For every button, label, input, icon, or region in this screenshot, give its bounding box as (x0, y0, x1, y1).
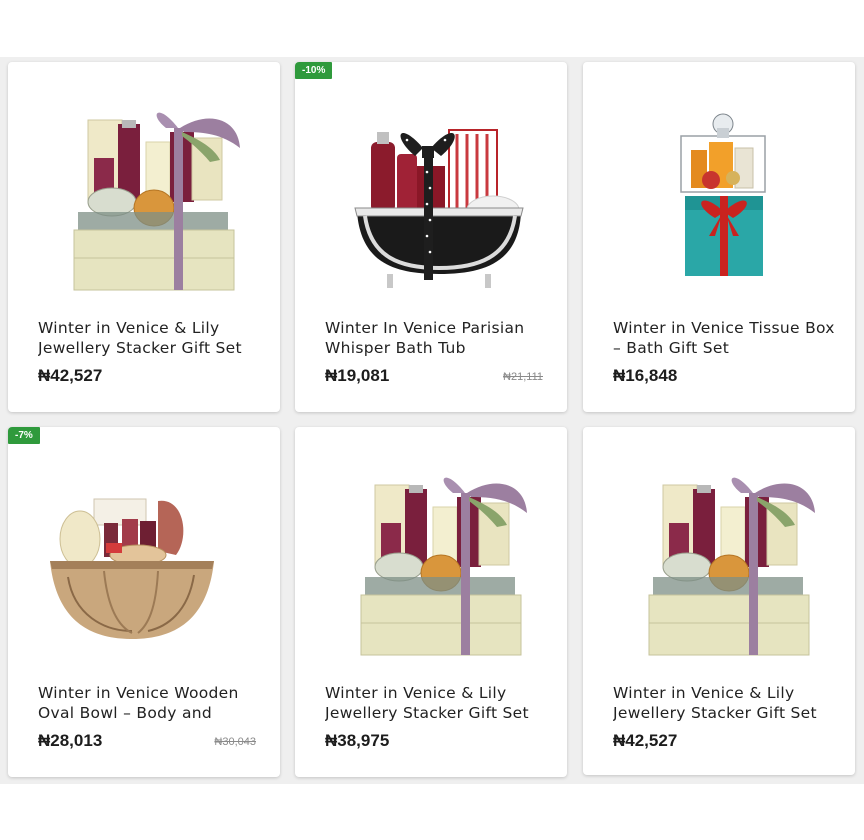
product-price: ₦28,013 (38, 731, 103, 750)
original-price: ₦30,043 (214, 736, 256, 748)
product-card[interactable]: Winter in Venice & Lily Jewellery Stacke… (295, 427, 567, 777)
product-title[interactable]: Winter in Venice & Lily Jewellery Stacke… (325, 683, 553, 723)
discount-badge: -10% (295, 62, 333, 79)
product-card[interactable]: Winter in Venice & Lily Jewellery Stacke… (8, 62, 280, 412)
product-image-lily-stacker[interactable] (295, 427, 567, 667)
product-card[interactable]: -10% Winter In Venice Parisian Whisper B… (295, 62, 567, 412)
product-title[interactable]: Winter in Venice & Lily Jewellery Stacke… (38, 318, 266, 358)
product-image-bath-tub[interactable] (295, 62, 567, 302)
product-card[interactable]: -7% Winter in Venice Wooden Oval Bowl – … (8, 427, 280, 777)
product-title[interactable]: Winter in Venice Wooden Oval Bowl – Body… (38, 683, 266, 723)
product-image-tissue-box[interactable] (583, 62, 855, 302)
product-card[interactable]: Winter in Venice Tissue Box – Bath Gift … (583, 62, 855, 412)
product-title[interactable]: Winter In Venice Parisian Whisper Bath T… (325, 318, 553, 358)
product-card[interactable]: Winter in Venice & Lily Jewellery Stacke… (583, 427, 855, 775)
product-price: ₦38,975 (325, 731, 390, 750)
product-price: ₦16,848 (613, 366, 678, 385)
product-price: ₦19,081 (325, 366, 390, 385)
product-price: ₦42,527 (38, 366, 103, 385)
product-title[interactable]: Winter in Venice & Lily Jewellery Stacke… (613, 683, 841, 723)
discount-badge: -7% (8, 427, 40, 444)
product-image-lily-stacker[interactable] (8, 62, 280, 302)
product-image-wooden-bowl[interactable] (8, 427, 280, 667)
product-price: ₦42,527 (613, 731, 678, 750)
original-price: ₦21,111 (503, 371, 543, 383)
product-image-lily-stacker[interactable] (583, 427, 855, 667)
product-title[interactable]: Winter in Venice Tissue Box – Bath Gift … (613, 318, 841, 358)
